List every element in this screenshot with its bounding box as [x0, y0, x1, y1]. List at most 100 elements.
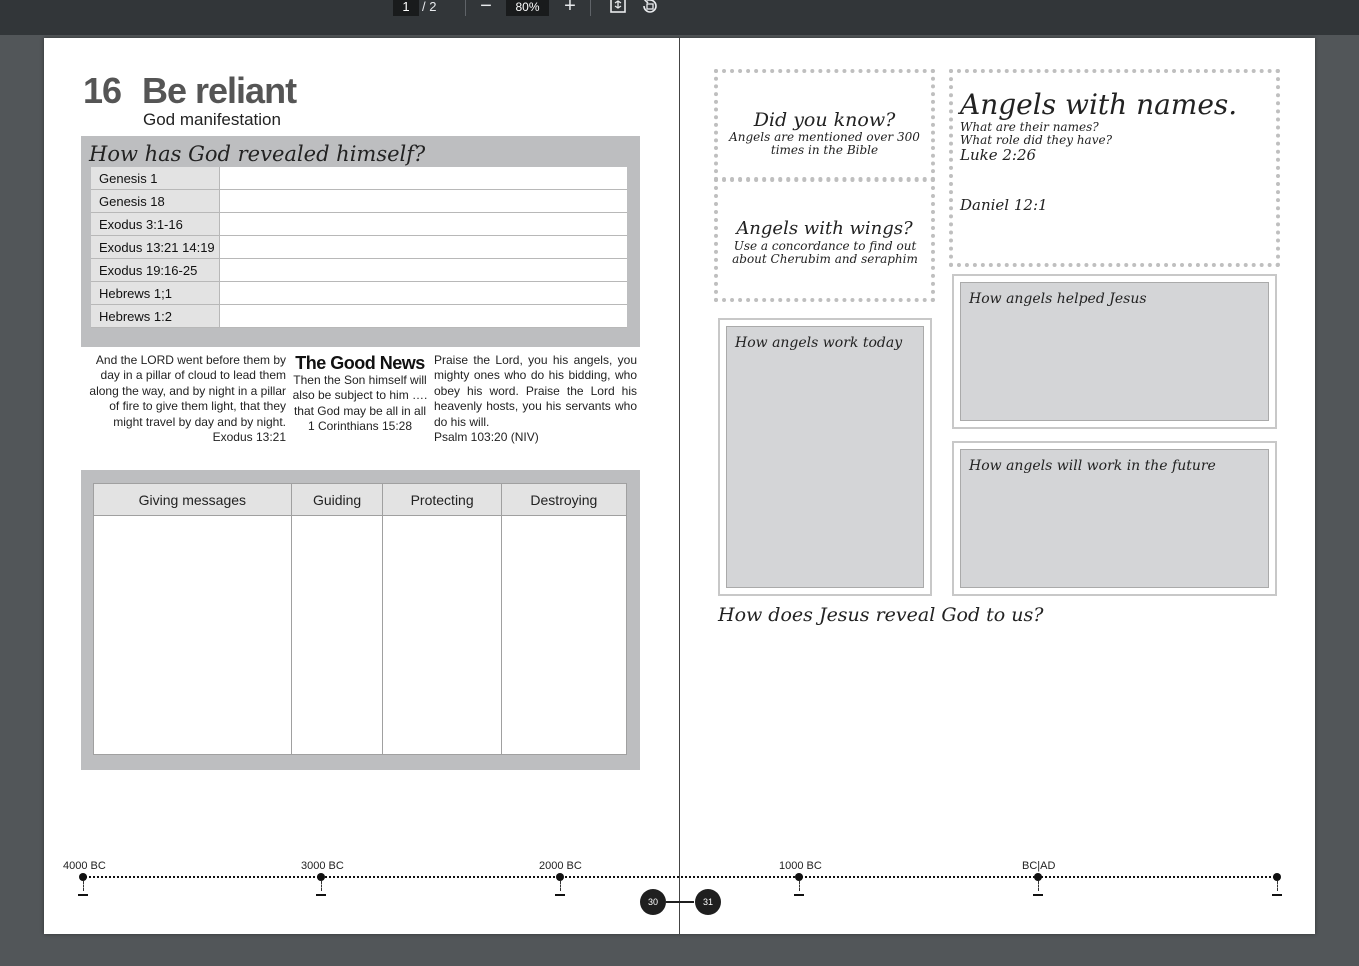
- table-row: Genesis 1: [91, 167, 627, 190]
- table-row: [93, 515, 628, 755]
- timeline-marker: [1273, 873, 1281, 881]
- panel-label: How angels helped Jesus: [969, 291, 1147, 307]
- timeline-tick: [83, 881, 85, 891]
- lesson-subtitle: God manifestation: [143, 110, 281, 129]
- toolbar-divider: [465, 0, 466, 16]
- timeline-tick: [321, 881, 323, 891]
- timeline-base: [316, 894, 326, 896]
- timeline-base: [1272, 894, 1282, 896]
- table-row: Hebrews 1;1: [91, 281, 627, 305]
- answer-field[interactable]: [219, 212, 627, 236]
- answer-field[interactable]: [219, 235, 627, 259]
- angels-names-reference: Luke 2:26: [960, 146, 1037, 164]
- angels-names-reference: Daniel 12:1: [960, 196, 1048, 214]
- timeline-base: [1033, 894, 1043, 896]
- quote-reference: Psalm 103:20 (NIV): [434, 430, 539, 445]
- toolbar-divider: [590, 0, 591, 16]
- column-header: Destroying: [500, 483, 628, 516]
- column-header: Protecting: [382, 483, 502, 516]
- reveal-worksheet: How has God revealed himself? Genesis 1 …: [81, 136, 640, 347]
- page-number-right: 31: [695, 889, 721, 915]
- good-news-heading: The Good News: [295, 353, 425, 373]
- table-header-row: Giving messages Guiding Protecting Destr…: [93, 483, 628, 516]
- did-you-know-box: Did you know? Angels are mentioned over …: [714, 69, 935, 181]
- reference-cell: Hebrews 1:2: [91, 304, 220, 328]
- timeline-label: 1000 BC: [779, 860, 822, 872]
- angels-names-title: Angels with names.: [960, 88, 1238, 121]
- timeline-line: [82, 876, 1278, 878]
- answer-field[interactable]: [382, 515, 502, 755]
- reference-cell: Exodus 3:1-16: [91, 212, 220, 236]
- timeline-base: [555, 894, 565, 896]
- angels-helped-jesus-panel: How angels helped Jesus: [952, 274, 1277, 429]
- lesson-number: 16: [83, 70, 122, 111]
- zoom-level-input[interactable]: 80%: [506, 0, 549, 16]
- fit-page-icon[interactable]: [607, 0, 629, 15]
- jesus-question: How does Jesus reveal God to us?: [718, 604, 1044, 626]
- timeline-tick: [799, 881, 801, 891]
- pdf-page-spread: 16 Be reliant God manifestation How has …: [44, 38, 1315, 934]
- answer-field[interactable]: [219, 189, 627, 213]
- answer-field[interactable]: [290, 515, 384, 755]
- answer-field[interactable]: [500, 515, 628, 755]
- rotate-icon[interactable]: [639, 0, 661, 15]
- page-number-left: 30: [640, 889, 666, 915]
- timeline-tick: [560, 881, 562, 891]
- timeline-tick: [1038, 881, 1040, 891]
- angels-wings-title: Angels with wings?: [736, 218, 913, 239]
- answer-field[interactable]: [219, 258, 627, 282]
- timeline-tick: [1277, 881, 1279, 891]
- did-you-know-text: Angels are mentioned over 300 times in t…: [729, 130, 920, 157]
- timeline-marker: [795, 873, 803, 881]
- answer-field[interactable]: [93, 515, 292, 755]
- quote-good-news: The Good News Then the Son himself will …: [289, 353, 431, 435]
- timeline-base: [794, 894, 804, 896]
- quote-psalm: Praise the Lord, you his angels, you mig…: [434, 353, 637, 445]
- angels-names-box: Angels with names. What are their names?…: [949, 69, 1280, 267]
- panel-label: How angels will work in the future: [969, 458, 1216, 474]
- writing-area[interactable]: How angels work today: [726, 326, 924, 588]
- zoom-in-button[interactable]: +: [559, 0, 581, 16]
- angels-wings-text: Use a concordance to find out about Cher…: [732, 239, 918, 266]
- reference-cell: Exodus 19:16-25: [91, 258, 220, 282]
- quote-reference: 1 Corinthians 15:28: [307, 419, 413, 434]
- quote-exodus: And the LORD went before them by day in …: [84, 353, 286, 445]
- quote-text: Then the Son himself will also be subjec…: [292, 373, 428, 418]
- angel-roles-worksheet: Giving messages Guiding Protecting Destr…: [81, 470, 640, 770]
- timeline-marker: [556, 873, 564, 881]
- zoom-out-button[interactable]: −: [475, 0, 497, 16]
- page-number-input[interactable]: 1: [393, 0, 419, 16]
- table-row: Exodus 19:16-25: [91, 258, 627, 282]
- reference-cell: Exodus 13:21 14:19: [91, 235, 220, 259]
- column-header: Giving messages: [93, 483, 292, 516]
- quote-text: Praise the Lord, you his angels, you mig…: [434, 353, 637, 429]
- table-row: Genesis 18: [91, 189, 627, 213]
- table-row: Exodus 13:21 14:19: [91, 235, 627, 259]
- answer-field[interactable]: [219, 304, 627, 328]
- lesson-title: Be reliant: [142, 70, 297, 111]
- table-row: Hebrews 1:2: [91, 304, 627, 328]
- writing-area[interactable]: How angels helped Jesus: [960, 282, 1269, 421]
- page-number-connector: [666, 901, 694, 903]
- angels-future-panel: How angels will work in the future: [952, 441, 1277, 596]
- timeline-label: 3000 BC: [301, 860, 344, 872]
- reference-cell: Hebrews 1;1: [91, 281, 220, 305]
- reference-cell: Genesis 1: [91, 167, 220, 190]
- writing-area[interactable]: How angels will work in the future: [960, 449, 1269, 588]
- page-total: / 2: [422, 0, 437, 14]
- reference-cell: Genesis 18: [91, 189, 220, 213]
- answer-field[interactable]: [219, 167, 627, 190]
- column-header: Guiding: [290, 483, 384, 516]
- angel-roles-table: Giving messages Guiding Protecting Destr…: [93, 483, 628, 755]
- table-row: Exodus 3:1-16: [91, 212, 627, 236]
- answer-field[interactable]: [219, 281, 627, 305]
- pdf-toolbar: 1 / 2 − 80% +: [0, 0, 1359, 35]
- angels-wings-box: Angels with wings? Use a concordance to …: [714, 178, 935, 302]
- timeline-label: 2000 BC: [539, 860, 582, 872]
- reveal-heading: How has God revealed himself?: [89, 142, 426, 166]
- timeline-marker: [317, 873, 325, 881]
- angels-work-today-panel: How angels work today: [718, 318, 932, 596]
- timeline-marker: [1034, 873, 1042, 881]
- timeline-marker: [79, 873, 87, 881]
- timeline-label: 4000 BC: [63, 860, 106, 872]
